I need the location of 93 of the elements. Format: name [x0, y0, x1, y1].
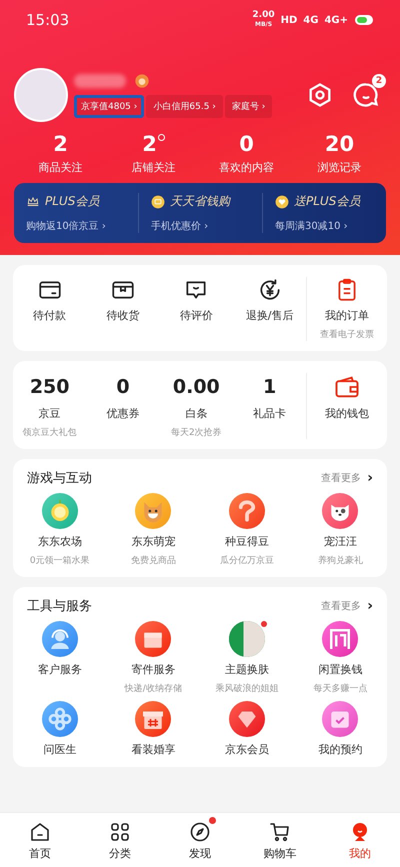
- service-subtitle: 免费兑商品: [130, 554, 176, 567]
- service-name[interactable]: 种豆得豆: [224, 534, 269, 549]
- message-icon: [352, 81, 380, 109]
- tab-bar-item[interactable]: 我的: [320, 813, 400, 867]
- stat-label[interactable]: 商品关注: [38, 160, 82, 175]
- stat-value[interactable]: 2: [142, 132, 165, 156]
- service-name[interactable]: 看装婚享: [131, 742, 176, 757]
- crown-icon: [26, 194, 40, 208]
- my-orders-label[interactable]: 我的订单: [325, 308, 370, 323]
- service-icon-circle[interactable]: [135, 493, 172, 529]
- profile-tag[interactable]: 家庭号 ›: [224, 94, 272, 118]
- profile-tag[interactable]: 京享值4805 ›: [74, 94, 144, 118]
- plus-subtitle[interactable]: 每周满30减10 ›: [275, 219, 374, 233]
- tab-bar-item[interactable]: 首页: [0, 813, 80, 867]
- network-label: 4G: [303, 14, 318, 26]
- service-icon-circle[interactable]: [322, 701, 358, 737]
- order-status-label[interactable]: 待付款: [33, 308, 66, 323]
- service-name[interactable]: 闲置换钱: [318, 662, 362, 677]
- tab-bar-item[interactable]: 分类: [80, 813, 160, 867]
- plus-title[interactable]: 送PLUS会员: [294, 193, 360, 210]
- stat-value[interactable]: 2: [53, 132, 68, 156]
- notification-dot: [209, 816, 216, 824]
- service-icon-circle[interactable]: [42, 621, 78, 657]
- plus-title[interactable]: PLUS会员: [45, 193, 100, 210]
- service-name[interactable]: 寄件服务: [131, 662, 176, 677]
- ring-icon: [158, 134, 165, 141]
- service-subtitle: 乘风破浪的姐姐: [215, 682, 278, 695]
- service-name[interactable]: 宠汪汪: [324, 534, 357, 549]
- service-icon-circle[interactable]: [322, 621, 358, 657]
- wallet-hint: 领京豆大礼包: [22, 426, 77, 439]
- message-count: 2: [372, 74, 386, 88]
- wallet-label[interactable]: 优惠券: [106, 406, 140, 421]
- service-name[interactable]: 客户服务: [38, 662, 82, 677]
- order-status-label[interactable]: 退换/售后: [246, 308, 294, 323]
- network-label: 4G+: [324, 14, 348, 26]
- service-name[interactable]: 问医生: [43, 742, 76, 757]
- view-more-link[interactable]: 查看更多: [321, 599, 362, 613]
- section-title: 游戏与互动: [27, 470, 92, 487]
- chevron-icon[interactable]: ›: [367, 598, 373, 614]
- photo-placeholder: [228, 621, 265, 657]
- service-icon-circle[interactable]: [135, 701, 172, 737]
- chevron-icon[interactable]: ›: [367, 470, 373, 486]
- compass-icon: [188, 820, 212, 844]
- stat-value[interactable]: 0: [239, 132, 254, 156]
- service-icon-circle[interactable]: [42, 701, 78, 737]
- stat-label[interactable]: 喜欢的内容: [219, 160, 274, 175]
- service-subtitle: 瓜分亿万京豆: [220, 554, 274, 567]
- status-time: 15:03: [26, 11, 70, 29]
- coin-icon: [151, 194, 165, 208]
- blurred-username: [74, 74, 126, 88]
- order-status-label[interactable]: 待收货: [106, 308, 140, 323]
- service-icon-circle[interactable]: [228, 701, 265, 737]
- stat-value[interactable]: 20: [324, 132, 354, 156]
- messages-button[interactable]: 2: [346, 74, 386, 116]
- wallet-label[interactable]: 白条: [185, 406, 208, 421]
- service-icon-circle[interactable]: [322, 493, 358, 529]
- service-icon-circle[interactable]: [135, 621, 172, 657]
- plus-subtitle[interactable]: 购物返10倍京豆 ›: [26, 219, 126, 233]
- service-subtitle: 每天多赚一点: [313, 682, 368, 695]
- service-icon-circle[interactable]: [228, 493, 265, 529]
- stat-label[interactable]: 浏览记录: [318, 160, 362, 175]
- service-subtitle: 养狗兑豪礼: [318, 554, 363, 567]
- service-name[interactable]: 我的预约: [318, 742, 362, 757]
- order-status-label[interactable]: 待评价: [180, 308, 213, 323]
- plus-subtitle[interactable]: 手机优惠价 ›: [151, 219, 250, 233]
- service-name[interactable]: 主题换肤: [224, 662, 269, 677]
- tab-bar-item[interactable]: 发现: [160, 813, 240, 867]
- service-name[interactable]: 东东农场: [38, 534, 82, 549]
- service-name[interactable]: 东东萌宠: [131, 534, 176, 549]
- wallet-value[interactable]: 250: [30, 373, 70, 401]
- stat-label[interactable]: 店铺关注: [132, 160, 176, 175]
- avatar[interactable]: [14, 68, 68, 122]
- service-subtitle: 0元领一箱水果: [30, 554, 90, 567]
- service-subtitle: 快递/收纳存储: [124, 682, 182, 695]
- profile-tag[interactable]: 小白信用65.5 ›: [146, 94, 223, 118]
- wallet-label[interactable]: 京豆: [38, 406, 61, 421]
- view-more-link[interactable]: 查看更多: [321, 471, 362, 485]
- wallet-value[interactable]: 1: [263, 373, 276, 401]
- service-name[interactable]: 京东会员: [224, 742, 269, 757]
- wallet-value[interactable]: 0.00: [172, 373, 220, 401]
- wallet-hint: 每天2次抢券: [170, 426, 222, 439]
- tab-bar-item[interactable]: 购物车: [240, 813, 320, 867]
- my-wallet-label[interactable]: 我的钱包: [325, 406, 370, 421]
- mascot-badge-icon: [134, 72, 150, 88]
- service-icon-circle[interactable]: [228, 621, 265, 657]
- wallet-value[interactable]: 0: [116, 373, 130, 401]
- plus-title[interactable]: 天天省钱购: [170, 193, 230, 210]
- battery-icon: [354, 12, 374, 28]
- network-label: HD: [280, 14, 298, 26]
- service-icon-circle[interactable]: [42, 493, 78, 529]
- notification-dot: [260, 621, 267, 627]
- section-title: 工具与服务: [27, 598, 92, 615]
- wallet-label[interactable]: 礼品卡: [253, 406, 286, 421]
